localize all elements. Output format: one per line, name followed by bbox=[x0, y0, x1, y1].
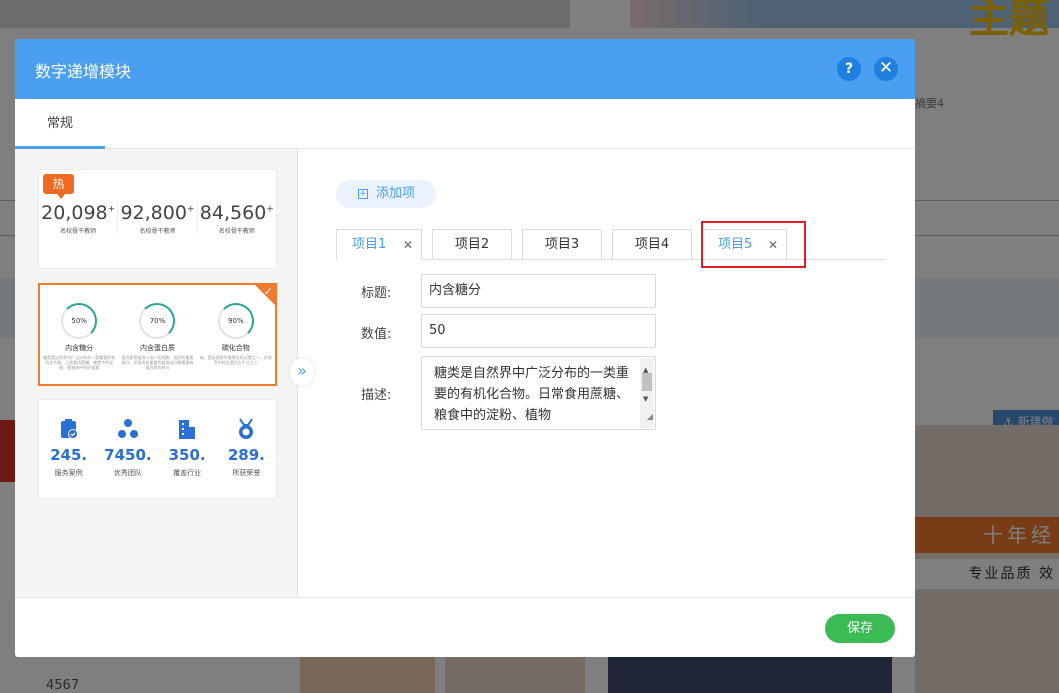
template-card-icon-stats[interactable]: 245. 服务案例 7450. 优秀团队 350. 覆盖行业 289. 所获荣誉 bbox=[38, 399, 277, 499]
title-label: 标题: bbox=[361, 286, 392, 301]
icon-stat-item: 245. 服务案例 bbox=[39, 418, 98, 478]
add-item-label: 添加项 bbox=[376, 186, 416, 201]
stat-row: 20,098+ 名校骨干教师 92,800+ 名校骨干教师 84,560+ 名校… bbox=[39, 202, 276, 235]
team-icon bbox=[98, 418, 157, 444]
clipboard-check-icon bbox=[39, 418, 98, 444]
description-text: 糖类是自然界中广泛分布的一类重要的有机化合物。日常食用蔗糖、粮食中的淀粉、植物 bbox=[434, 366, 630, 423]
icon-stat-item: 7450. 优秀团队 bbox=[98, 418, 157, 478]
icon-stat-item: 289. 所获荣誉 bbox=[217, 418, 276, 478]
ring-row: 50% 内含糖分 糖类是自然界中广泛分布的一类重要的有机化合物。日常食用蔗糖、粮… bbox=[40, 303, 275, 370]
highlight-box bbox=[701, 221, 806, 268]
collapse-panel-button[interactable]: » bbox=[290, 358, 314, 386]
tab-item-3[interactable]: 项目3 bbox=[522, 229, 602, 260]
ring-item: 50% 内含糖分 糖类是自然界中广泛分布的一类重要的有机化合物。日常食用蔗糖、粮… bbox=[40, 303, 118, 370]
template-card-progress-ring[interactable]: ✓ 50% 内含糖分 糖类是自然界中广泛分布的一类重要的有机化合物。日常食用蔗糖… bbox=[38, 283, 277, 386]
tab-general[interactable]: 常规 bbox=[15, 99, 105, 149]
add-item-button[interactable]: + 添加项 bbox=[336, 180, 436, 208]
stat-item: 84,560+ 名校骨干教师 bbox=[199, 202, 274, 235]
value-input[interactable]: 50 bbox=[421, 314, 656, 348]
dialog-tabbar: 常规 bbox=[15, 99, 915, 149]
stat-item: 20,098+ 名校骨干教师 bbox=[39, 202, 119, 235]
checkmark-icon: ✓ bbox=[263, 285, 273, 298]
dialog-title: 数字递增模块 bbox=[35, 62, 132, 81]
tab-item-1[interactable]: 项目1 ✕ bbox=[336, 229, 422, 260]
icon-stat-item: 350. 覆盖行业 bbox=[158, 418, 217, 478]
ring-item: 90% 碳化合物 碳，是自然界中最常见的元素之一，在地壳中的含量约占千分之二 bbox=[197, 303, 275, 370]
medal-icon bbox=[217, 418, 276, 444]
plus-icon: + bbox=[358, 189, 368, 199]
resize-handle-icon[interactable]: ◢ bbox=[647, 406, 653, 427]
help-icon[interactable]: ? bbox=[837, 57, 861, 81]
description-textarea[interactable]: 糖类是自然界中广泛分布的一类重要的有机化合物。日常食用蔗糖、粮食中的淀粉、植物 … bbox=[421, 356, 656, 430]
title-input[interactable]: 内含糖分 bbox=[421, 274, 656, 308]
building-icon bbox=[158, 418, 217, 444]
hot-badge: 热 bbox=[43, 174, 74, 199]
dialog-header: 数字递增模块 ? ✕ bbox=[15, 39, 915, 99]
tab-item-2[interactable]: 项目2 bbox=[432, 229, 512, 260]
template-list: 热 20,098+ 名校骨干教师 92,800+ 名校骨干教师 84,560+ … bbox=[15, 149, 298, 597]
stat-item: 92,800+ 名校骨干教师 bbox=[118, 202, 198, 235]
save-button[interactable]: 保存 bbox=[825, 614, 895, 643]
ring-item: 70% 内含蛋白质 蛋白质是组成人体一切细胞、组织的重要成分。机体所有重要的组成… bbox=[118, 303, 196, 370]
close-icon[interactable]: ✕ bbox=[874, 57, 898, 81]
icon-stat-row: 245. 服务案例 7450. 优秀团队 350. 覆盖行业 289. 所获荣誉 bbox=[39, 418, 276, 478]
description-label: 描述: bbox=[361, 388, 392, 403]
tab-close-icon[interactable]: ✕ bbox=[403, 230, 413, 260]
number-increment-dialog: 数字递增模块 ? ✕ 常规 热 20,098+ 名校骨干教师 92,800+ 名… bbox=[15, 39, 915, 657]
template-card-counter[interactable]: 热 20,098+ 名校骨干教师 92,800+ 名校骨干教师 84,560+ … bbox=[38, 169, 277, 269]
value-label: 数值: bbox=[361, 327, 392, 342]
tab-item-4[interactable]: 项目4 bbox=[612, 229, 692, 260]
dialog-footer: 保存 bbox=[15, 597, 915, 657]
